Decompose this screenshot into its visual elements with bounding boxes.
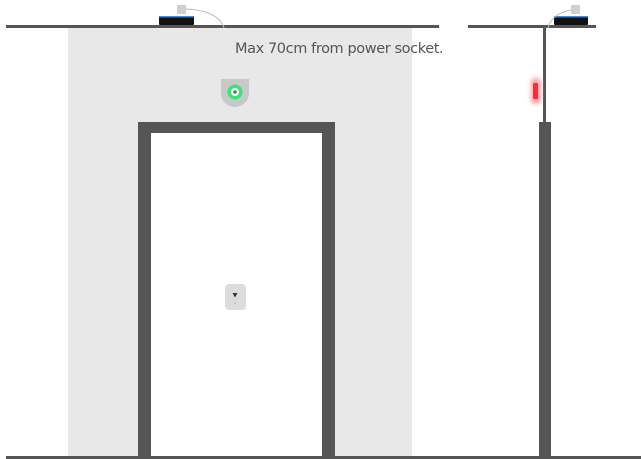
door-frame-top xyxy=(138,122,335,133)
power-unit-accent-side xyxy=(554,16,588,18)
power-supply-icon xyxy=(159,16,194,25)
ceiling-line-side xyxy=(468,25,596,28)
wall-edge-side xyxy=(543,28,546,122)
power-socket-annotation: Max 70cm from power socket. xyxy=(235,41,444,57)
door-edge-side xyxy=(539,122,551,458)
motion-sensor-icon xyxy=(221,79,249,107)
plug-icon xyxy=(177,5,186,14)
door-frame-right xyxy=(322,122,335,458)
led-indicator-icon xyxy=(531,78,541,104)
power-unit-accent xyxy=(159,16,194,18)
handle-device-dot xyxy=(233,301,237,305)
led-bar xyxy=(533,83,538,99)
door-handle-sensor-icon xyxy=(225,284,246,310)
door-frame-left xyxy=(138,122,151,458)
installation-diagram xyxy=(6,5,641,459)
sensor-core xyxy=(233,90,237,94)
plug-icon xyxy=(571,5,580,14)
power-supply-icon xyxy=(554,16,588,25)
handle-device-body xyxy=(225,284,246,310)
